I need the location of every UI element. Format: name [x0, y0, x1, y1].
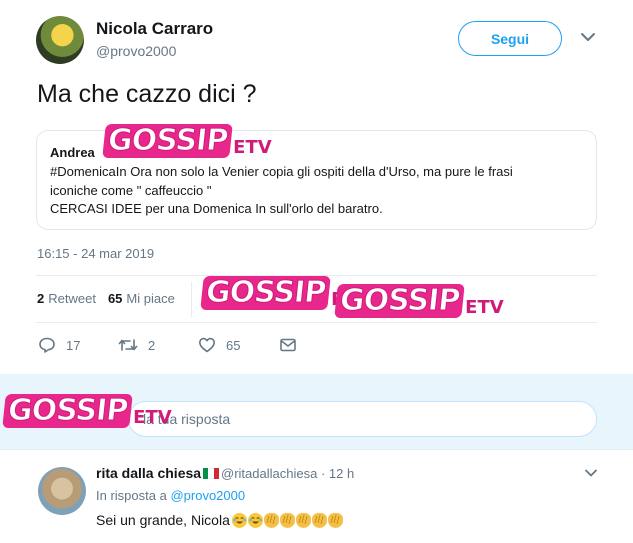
quoted-text: #DomenicaIn Ora non solo la Venier copia…: [50, 163, 580, 219]
reply-to: In risposta a @provo2000: [96, 488, 245, 503]
tweet-timestamp[interactable]: 16:15 - 24 mar 2019: [37, 246, 154, 261]
reply-action[interactable]: 17: [38, 336, 80, 354]
watermark-logo: GOSSIP ETV: [102, 118, 272, 159]
watermark-brand: GOSSIP: [102, 123, 233, 159]
tears-of-joy-icon: [247, 512, 263, 528]
envelope-icon: [280, 338, 296, 352]
retweet-count[interactable]: 2: [37, 291, 44, 306]
watermark-suffix: ETV: [133, 407, 172, 428]
reply-meta: @ritadallachiesa · 12 h: [221, 466, 354, 481]
like-action[interactable]: 65: [198, 336, 240, 354]
quoted-author: Andrea: [50, 145, 95, 160]
clapping-hands-icon: [295, 512, 311, 528]
tweet-stats: 2 Retweet 65 Mi piace: [37, 291, 175, 306]
chevron-down-icon[interactable]: [579, 28, 597, 46]
retweet-icon: [118, 339, 138, 351]
author-avatar[interactable]: [36, 16, 84, 64]
quoted-line: #DomenicaIn Ora non solo la Venier copia…: [50, 164, 513, 179]
reply-to-prefix: In risposta a: [96, 488, 167, 503]
reply-time[interactable]: · 12 h: [321, 466, 354, 481]
reply-input[interactable]: la tua risposta: [128, 401, 597, 437]
stats-separator: [191, 282, 192, 317]
reply-avatar[interactable]: [38, 467, 86, 515]
reply-text-body: Sei un grande, Nicola: [96, 512, 230, 528]
tears-of-joy-icon: [231, 512, 247, 528]
like-action-count: 65: [226, 337, 241, 353]
author-handle[interactable]: @provo2000: [96, 43, 176, 59]
chevron-down-icon[interactable]: [583, 465, 599, 481]
heart-icon: [199, 337, 215, 353]
reply-icon: [39, 337, 55, 353]
reply-author-label: rita dalla chiesa: [96, 465, 202, 481]
quoted-line: CERCASI IDEE per una Domenica In sull'or…: [50, 201, 383, 216]
retweet-action[interactable]: 2: [118, 336, 155, 354]
clapping-hands-icon: [279, 512, 295, 528]
message-action[interactable]: [279, 336, 307, 354]
reply-text: Sei un grande, Nicola: [96, 512, 343, 528]
italy-flag-icon: [203, 467, 220, 479]
like-count[interactable]: 65: [108, 291, 122, 306]
reply-handle[interactable]: @ritadallachiesa: [221, 466, 317, 481]
watermark-logo: GOSSIP ETV: [334, 278, 504, 319]
like-label[interactable]: Mi piace: [126, 291, 174, 306]
watermark-logo: GOSSIP ETV: [2, 388, 172, 429]
watermark-brand: GOSSIP: [334, 283, 465, 319]
clapping-hands-icon: [263, 512, 279, 528]
divider: [0, 449, 633, 450]
author-name[interactable]: Nicola Carraro: [96, 19, 213, 39]
watermark-suffix: ETV: [465, 297, 504, 318]
tweet-text: Ma che cazzo dici ?: [37, 80, 257, 108]
retweet-label[interactable]: Retweet: [48, 291, 96, 306]
watermark-brand: GOSSIP: [200, 275, 331, 311]
retweet-action-count: 2: [148, 337, 156, 353]
watermark-suffix: ETV: [233, 137, 272, 158]
clapping-hands-icon: [327, 512, 343, 528]
emoji-row: [231, 512, 343, 528]
reply-author-name[interactable]: rita dalla chiesa: [96, 465, 220, 481]
quoted-line: iconiche come " caffeuccio ": [50, 182, 212, 198]
divider: [36, 322, 597, 323]
clapping-hands-icon: [311, 512, 327, 528]
reply-to-handle[interactable]: @provo2000: [170, 488, 245, 503]
watermark-brand: GOSSIP: [2, 393, 133, 429]
follow-button[interactable]: Segui: [458, 21, 562, 56]
reply-count: 17: [66, 337, 81, 353]
